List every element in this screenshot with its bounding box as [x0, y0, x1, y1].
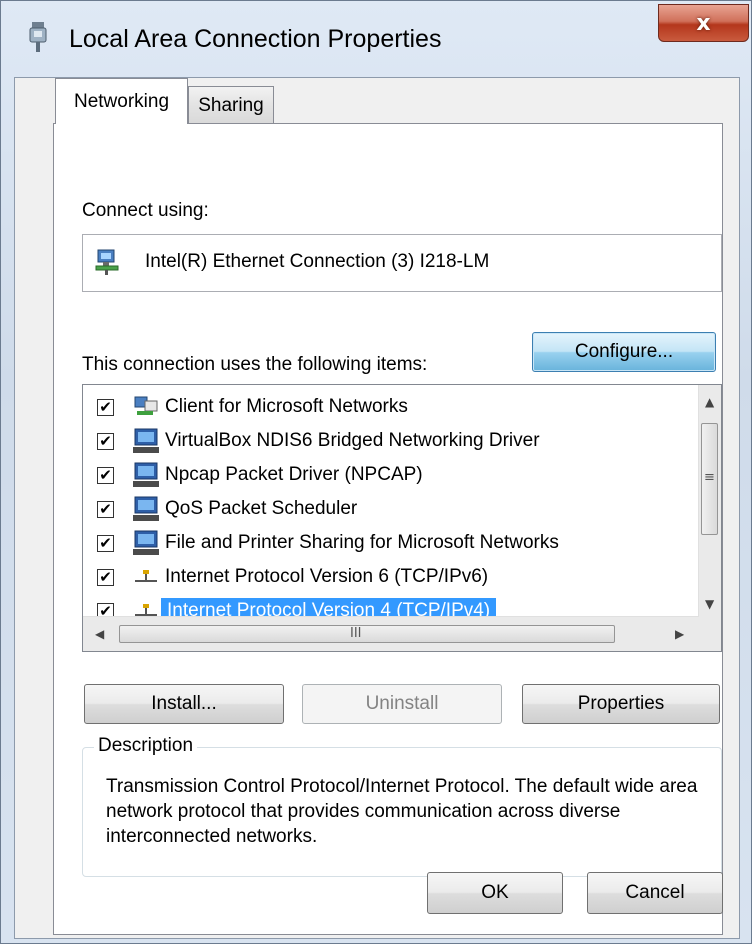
- item-label: Npcap Packet Driver (NPCAP): [165, 464, 423, 485]
- configure-button[interactable]: Configure...: [532, 332, 716, 372]
- item-label: File and Printer Sharing for Microsoft N…: [165, 532, 559, 553]
- scroll-left-icon[interactable]: ◀: [95, 627, 104, 641]
- networking-panel: Connect using: Intel(R) Ethernet Connect…: [53, 123, 723, 935]
- properties-button[interactable]: Properties: [522, 684, 720, 724]
- ok-button[interactable]: OK: [427, 872, 563, 914]
- network-adapter-icon: [29, 22, 47, 52]
- grip-icon: ≡: [704, 470, 715, 485]
- tab-networking[interactable]: Networking: [55, 78, 188, 124]
- grip-icon: III: [350, 626, 362, 641]
- item-checkbox[interactable]: ✔: [97, 466, 114, 484]
- adapter-field: Intel(R) Ethernet Connection (3) I218-LM: [82, 234, 722, 292]
- horizontal-scroll-thumb[interactable]: III: [119, 625, 615, 643]
- item-label: VirtualBox NDIS6 Bridged Networking Driv…: [165, 430, 540, 451]
- list-item[interactable]: ✔ QoS Packet Scheduler: [83, 492, 679, 526]
- description-text: Transmission Control Protocol/Internet P…: [106, 776, 698, 847]
- item-label: Internet Protocol Version 6 (TCP/IPv6): [165, 566, 489, 587]
- dialog-window: Local Area Connection Properties x Netwo…: [0, 0, 752, 944]
- list-item[interactable]: ✔ File and Printer Sharing for Microsoft…: [83, 526, 679, 560]
- items-list[interactable]: ✔ Client for Microsoft Networks ✔ Virtua…: [82, 384, 722, 652]
- item-checkbox[interactable]: ✔: [97, 568, 114, 586]
- list-item[interactable]: ✔ Client for Microsoft Networks: [83, 390, 679, 424]
- list-item[interactable]: ✔ VirtualBox NDIS6 Bridged Networking Dr…: [83, 424, 679, 458]
- horizontal-scrollbar[interactable]: ◀ III ▶: [83, 616, 699, 651]
- item-label: Client for Microsoft Networks: [165, 396, 408, 417]
- scroll-up-icon[interactable]: ▲: [705, 395, 714, 409]
- network-service-icon: [133, 428, 159, 453]
- scroll-right-icon[interactable]: ▶: [675, 627, 684, 641]
- protocol-icon: [135, 570, 157, 582]
- network-service-icon: [133, 462, 159, 487]
- adapter-name: Intel(R) Ethernet Connection (3) I218-LM: [145, 251, 490, 272]
- vertical-scroll-thumb[interactable]: ≡: [701, 423, 718, 535]
- item-checkbox[interactable]: ✔: [97, 500, 114, 518]
- item-label: QoS Packet Scheduler: [165, 498, 358, 519]
- connect-using-label: Connect using:: [82, 200, 209, 221]
- network-adapter-icon: [95, 249, 119, 275]
- close-icon: x: [696, 10, 711, 36]
- item-checkbox[interactable]: ✔: [97, 398, 114, 416]
- title-bar[interactable]: Local Area Connection Properties x: [1, 1, 751, 77]
- items-label: This connection uses the following items…: [82, 354, 428, 375]
- install-button[interactable]: Install...: [84, 684, 284, 724]
- vertical-scrollbar[interactable]: ▲ ≡ ▼: [698, 385, 721, 617]
- item-checkbox[interactable]: ✔: [97, 432, 114, 450]
- item-checkbox[interactable]: ✔: [97, 534, 114, 552]
- close-button[interactable]: x: [658, 4, 749, 42]
- client-area: Networking Sharing Connect using: Intel(…: [14, 77, 740, 939]
- list-item[interactable]: ✔ Npcap Packet Driver (NPCAP): [83, 458, 679, 492]
- list-item[interactable]: ✔ Internet Protocol Version 6 (TCP/IPv6): [83, 560, 679, 594]
- network-client-icon: [134, 396, 158, 415]
- window-title: Local Area Connection Properties: [69, 25, 442, 53]
- network-service-icon: [133, 530, 159, 555]
- uninstall-button[interactable]: Uninstall: [302, 684, 502, 724]
- description-label: Description: [94, 735, 198, 757]
- scroll-down-icon[interactable]: ▼: [705, 597, 714, 611]
- network-service-icon: [133, 496, 159, 521]
- tab-sharing[interactable]: Sharing: [188, 86, 274, 124]
- scroll-corner: [699, 617, 721, 651]
- cancel-button[interactable]: Cancel: [587, 872, 723, 914]
